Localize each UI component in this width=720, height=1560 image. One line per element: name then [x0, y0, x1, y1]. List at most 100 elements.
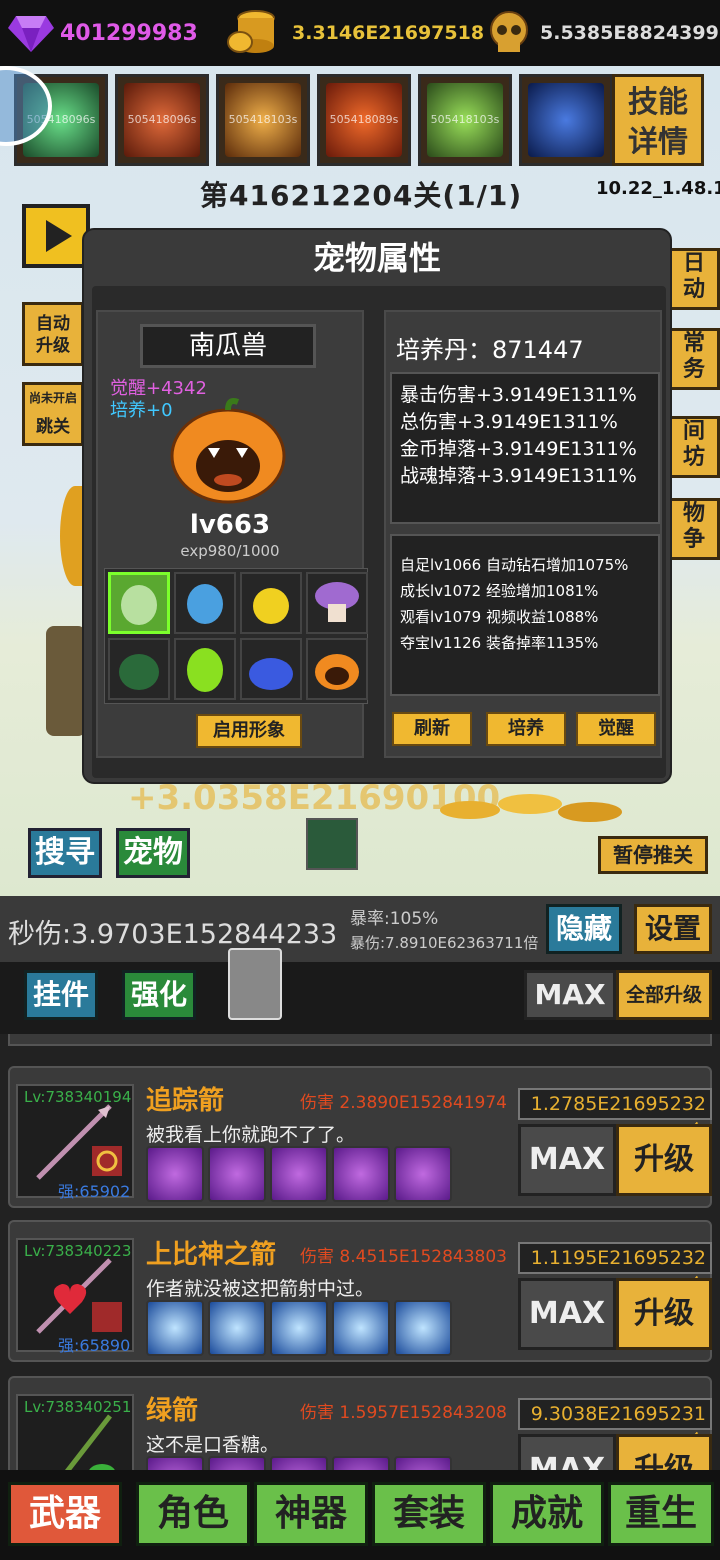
stat-line: 总伤害+3.9149E1311%: [400, 411, 618, 433]
weapon-damage: 伤害 8.4515E152843803: [300, 1247, 507, 1267]
pet-panel: 南瓜兽 觉醒+4342 培养+0 lv663 exp980/1000 启用形象: [96, 310, 368, 758]
attribute-panel: 培养丹：871447 暴击伤害+3.9149E1311% 总伤害+3.9149E…: [384, 310, 662, 758]
nav-character[interactable]: 角色: [136, 1482, 250, 1546]
upgrade-button[interactable]: 升级: [616, 1124, 712, 1196]
upgrade-price: 1.1195E21695232金: [518, 1242, 712, 1297]
pet-skill-list: 自足lv1066 自动钻石增加1075% 成长lv1072 经验增加1081% …: [390, 534, 660, 696]
phoenix-icon: [394, 1300, 452, 1356]
auto-upgrade-button[interactable]: 自动 升级: [22, 302, 84, 366]
weapon-list: Lv:738340194 强:65902 追踪箭 伤害 2.3890E15284…: [0, 1034, 720, 1470]
skill-slot-4[interactable]: 505418089s: [317, 74, 411, 166]
skip-level-button[interactable]: 尚未开启 跳关: [22, 382, 84, 446]
nav-weapons[interactable]: 武器: [8, 1482, 122, 1546]
skill-slot-2[interactable]: 505418096s: [115, 74, 209, 166]
list-tabs: 挂件 强化 MAX 全部升级: [0, 948, 720, 1034]
bottom-nav: 武器 角色 神器 套装 成就 重生: [0, 1470, 720, 1560]
pill-count: 培养丹：871447: [396, 336, 584, 364]
stat-line: 金币掉落+3.9149E1311%: [400, 438, 637, 460]
upgrade-all-button[interactable]: 全部升级: [616, 970, 712, 1020]
yin-yang-icon: [208, 1146, 266, 1202]
weapon-level: Lv:738340194: [24, 1088, 132, 1106]
yin-yang-icon: [146, 1146, 204, 1202]
pet-slot-3[interactable]: [240, 572, 302, 634]
coin-pile-icon: [430, 788, 630, 828]
weapon-name: 绿箭: [146, 1396, 199, 1426]
tab-enhance[interactable]: 强化: [122, 970, 196, 1020]
yin-yang-icon: [394, 1146, 452, 1202]
nav-achievement[interactable]: 成就: [490, 1482, 604, 1546]
soul-value: 5.5385E8824399: [540, 22, 719, 44]
pause-push-button[interactable]: 暂停推关: [598, 836, 708, 874]
nurture-value: 培养+0: [110, 400, 173, 421]
crit-damage: 暴伤:7.8910E62363711倍: [350, 934, 539, 952]
skill-slot-3[interactable]: 505418103s: [216, 74, 310, 166]
pet-exp: exp980/1000: [180, 542, 280, 560]
phoenix-icon: [270, 1300, 328, 1356]
pet-slot-1[interactable]: [108, 572, 170, 634]
archer-sprite: [46, 626, 86, 736]
pet-slot-7[interactable]: [240, 638, 302, 700]
pet-slot-5[interactable]: [108, 638, 170, 700]
right-tab-2[interactable]: 常 务: [668, 328, 720, 390]
pet-slot-6[interactable]: [174, 638, 236, 700]
skill-detail-button[interactable]: 技能 详情: [612, 74, 704, 166]
settings-button[interactable]: 设置: [634, 904, 712, 954]
yin-yang-icon: [146, 1456, 204, 1470]
search-button[interactable]: 搜寻: [28, 828, 102, 878]
skill-slot-5[interactable]: 505418103s: [418, 74, 512, 166]
weapon-name: 追踪箭: [146, 1086, 225, 1116]
awaken-button[interactable]: 觉醒: [576, 712, 656, 746]
nav-equipment-set[interactable]: 套装: [372, 1482, 486, 1546]
upgrade-button[interactable]: 升级: [616, 1278, 712, 1350]
pet-selection-grid: [104, 568, 368, 704]
soul-counter: 5.5385E8824399: [484, 10, 719, 56]
list-item: Lv:738340251 绿箭 伤害 1.5957E152843208 这不是口…: [8, 1376, 712, 1470]
skill-slot-6[interactable]: [519, 74, 613, 166]
nurture-button[interactable]: 培养: [486, 712, 566, 746]
yin-yang-icon: [332, 1456, 390, 1470]
play-icon[interactable]: [22, 204, 90, 268]
nav-rebirth[interactable]: 重生: [608, 1482, 714, 1546]
yin-yang-icon: [208, 1456, 266, 1470]
refresh-button[interactable]: 刷新: [392, 712, 472, 746]
gold-counter: 3.3146E21697518: [226, 10, 484, 56]
tab-pendant[interactable]: 挂件: [24, 970, 98, 1020]
pet-slot-2[interactable]: [174, 572, 236, 634]
gem-slots: [146, 1146, 452, 1202]
modal-body: 南瓜兽 觉醒+4342 培养+0 lv663 exp980/1000 启用形象 …: [92, 286, 666, 778]
dps-bar: 秒伤:3.9703E152844233 暴率:105% 暴伤:7.8910E62…: [0, 896, 720, 962]
pet-button[interactable]: 宠物: [116, 828, 190, 878]
phoenix-icon: [208, 1300, 266, 1356]
version-label: 10.22_1.48.1: [596, 178, 720, 199]
right-tab-3[interactable]: 间 坊: [668, 416, 720, 478]
use-appearance-button[interactable]: 启用形象: [196, 714, 302, 748]
skill-row: 505418096s 505418096s 505418103s 5054180…: [14, 74, 613, 166]
skill-line: 自足lv1066 自动钻石增加1075%: [400, 556, 629, 574]
max-button[interactable]: MAX: [518, 1124, 616, 1196]
weapon-desc: 被我看上你就跑不了了。: [146, 1124, 356, 1146]
pet-level: lv663: [189, 510, 271, 540]
yin-yang-icon: [270, 1456, 328, 1470]
upgrade-price: 9.3038E21695231金: [518, 1398, 712, 1453]
skill-line: 夺宝lv1126 装备掉率1135%: [400, 634, 599, 652]
upgrade-button[interactable]: 升级: [616, 1434, 712, 1470]
stat-list: 暴击伤害+3.9149E1311% 总伤害+3.9149E1311% 金币掉落+…: [390, 372, 660, 524]
max-all-button[interactable]: MAX: [524, 970, 616, 1020]
weapon-strength: 强:65890: [58, 1336, 131, 1355]
phoenix-icon: [332, 1300, 390, 1356]
right-tab-1[interactable]: 日 动: [668, 248, 720, 310]
weapon-damage: 伤害 2.3890E152841974: [300, 1093, 507, 1113]
max-button[interactable]: MAX: [518, 1434, 616, 1470]
right-tab-4[interactable]: 物 争: [668, 498, 720, 560]
stat-line: 战魂掉落+3.9149E1311%: [400, 465, 637, 487]
yin-yang-icon: [270, 1146, 328, 1202]
nav-artifact[interactable]: 神器: [254, 1482, 368, 1546]
max-button[interactable]: MAX: [518, 1278, 616, 1350]
weapon-damage: 伤害 1.5957E152843208: [300, 1403, 507, 1423]
hide-button[interactable]: 隐藏: [546, 904, 622, 954]
gem-icon: [6, 12, 56, 54]
gem-value: 401299983: [60, 20, 198, 46]
gold-value: 3.3146E21697518: [292, 22, 485, 44]
pet-slot-8[interactable]: [306, 638, 368, 700]
pet-slot-4[interactable]: [306, 572, 368, 634]
